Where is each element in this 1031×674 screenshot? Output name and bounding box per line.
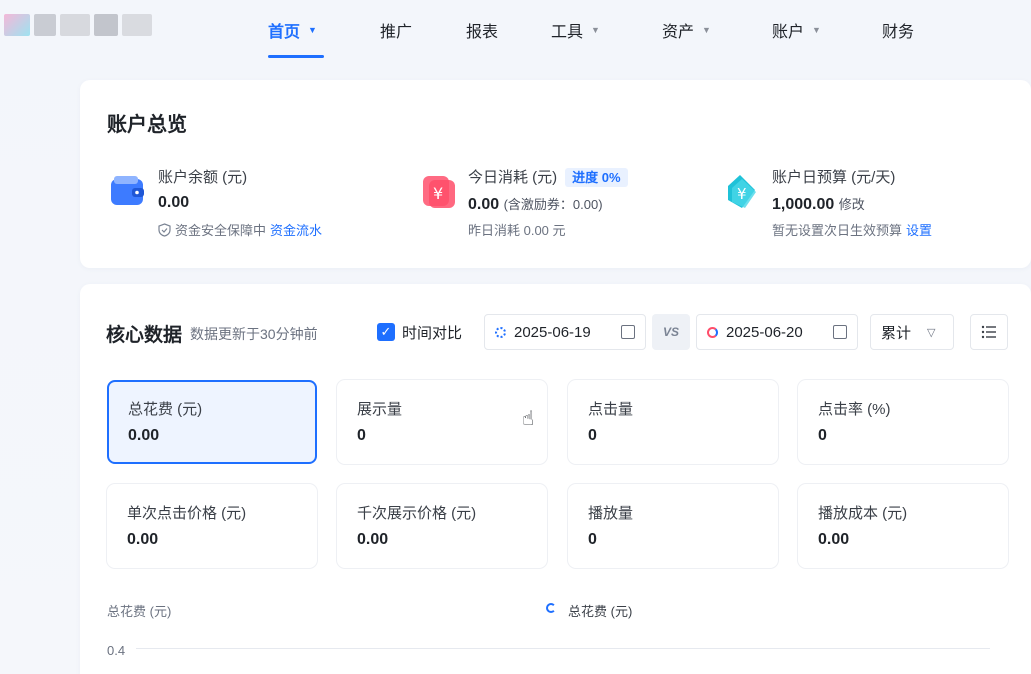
edit-budget-link[interactable]: 修改 xyxy=(839,197,865,212)
chart-legend-item[interactable]: 总花费 (元) xyxy=(568,601,632,620)
metric-cpm[interactable]: 千次展示价格 (元) 0.00 xyxy=(337,484,547,568)
legend-marker-icon xyxy=(546,603,556,613)
svg-text:¥: ¥ xyxy=(433,184,443,203)
nav-item-home[interactable]: 首页 ▼ xyxy=(268,18,317,42)
progress-badge: 进度 0% xyxy=(565,168,628,187)
list-settings-button[interactable] xyxy=(970,314,1008,350)
list-icon xyxy=(981,325,996,339)
daily-budget-stat: ¥ 账户日预算 (元/天) 1,000.00 修改 暂无设置次日生效预算 设置 xyxy=(722,166,1012,246)
time-compare-label[interactable]: 时间对比 xyxy=(402,322,462,343)
metric-impressions[interactable]: 展示量 0 xyxy=(337,380,547,464)
date-b-value: 2025-06-20 xyxy=(726,323,803,341)
calendar-icon xyxy=(833,325,847,339)
caret-down-icon: ▼ xyxy=(812,25,821,35)
yuan-tag-icon: ¥ xyxy=(423,176,455,208)
metric-value: 0.00 xyxy=(357,531,389,548)
nav-item-tools[interactable]: 工具 ▼ xyxy=(551,18,600,42)
metric-label: 总花费 (元) xyxy=(128,401,203,418)
core-data-card: 核心数据 数据更新于30分钟前 ✓ 时间对比 2025-06-19 VS 202… xyxy=(80,284,1031,674)
chart-y-axis-label: 总花费 (元) xyxy=(107,604,172,619)
metric-value: 0 xyxy=(818,427,827,444)
account-overview-card: 账户总览 账户余额 (元) 0.00 资金安全保障中 资金流水 ¥ 今日消耗 (… xyxy=(80,80,1031,268)
date-picker-a[interactable]: 2025-06-19 xyxy=(484,314,646,350)
metric-label: 播放成本 (元) xyxy=(818,505,908,522)
chevron-down-icon: ▽ xyxy=(927,326,936,339)
metric-label: 点击率 (%) xyxy=(818,401,891,418)
nav-item-assets[interactable]: 资产 ▼ xyxy=(662,18,711,42)
metric-label: 千次展示价格 (元) xyxy=(357,505,477,522)
daily-budget-label: 账户日预算 (元/天) xyxy=(772,169,896,186)
balance-value: 0.00 xyxy=(158,194,190,211)
metric-cpc[interactable]: 单次点击价格 (元) 0.00 xyxy=(107,484,317,568)
metric-label: 单次点击价格 (元) xyxy=(127,505,247,522)
today-spend-label: 今日消耗 (元) xyxy=(468,169,558,186)
today-spend-stat: ¥ 今日消耗 (元) 进度 0% 0.00 (含激励券：0.00) 昨日消耗 0.… xyxy=(418,166,698,246)
balance-safety-text: 资金安全保障中 xyxy=(175,223,267,238)
vs-label: VS xyxy=(652,314,690,350)
compare-dot-icon xyxy=(707,326,718,338)
nav-item-account[interactable]: 账户 ▼ xyxy=(772,18,821,42)
caret-down-icon: ▼ xyxy=(702,25,711,35)
set-budget-link[interactable]: 设置 xyxy=(906,220,932,239)
metric-value: 0.00 xyxy=(127,531,159,548)
pointer-cursor-icon: ☝ xyxy=(522,408,535,430)
fund-flow-link[interactable]: 资金流水 xyxy=(270,220,322,239)
y-axis-tick: 0.4 xyxy=(107,643,126,658)
metric-ctr[interactable]: 点击率 (%) 0 xyxy=(798,380,1008,464)
daily-budget-value: 1,000.00 xyxy=(772,196,835,213)
mode-value: 累计 xyxy=(881,324,912,342)
next-day-budget-text: 暂无设置次日生效预算 xyxy=(772,223,903,238)
caret-down-icon: ▼ xyxy=(591,25,600,35)
coupon-note: (含激励券：0.00) xyxy=(503,197,603,212)
active-tab-indicator xyxy=(268,55,324,58)
core-data-title: 核心数据 xyxy=(106,325,183,346)
chart-gridline xyxy=(136,648,990,649)
mode-select[interactable]: 累计 ▽ xyxy=(870,314,954,350)
nav-item-promotion[interactable]: 推广 xyxy=(380,18,412,42)
caret-down-icon: ▼ xyxy=(308,25,317,35)
metric-value: 0 xyxy=(588,531,597,548)
overview-title: 账户总览 xyxy=(107,114,187,136)
metric-label: 点击量 xyxy=(588,401,634,418)
metric-value: 0.00 xyxy=(128,427,160,444)
brand-logo[interactable] xyxy=(4,14,154,40)
metric-plays[interactable]: 播放量 0 xyxy=(568,484,778,568)
metric-value: 0.00 xyxy=(818,531,850,548)
yesterday-spend-text: 昨日消耗 0.00 元 xyxy=(468,223,566,238)
balance-label: 账户余额 (元) xyxy=(158,169,248,186)
shield-check-icon xyxy=(158,222,171,237)
wallet-icon xyxy=(111,176,144,205)
today-spend-value: 0.00 xyxy=(468,196,500,213)
metric-label: 播放量 xyxy=(588,505,634,522)
time-compare-checkbox[interactable]: ✓ xyxy=(377,323,395,341)
top-navigation: 首页 ▼ 推广 报表 工具 ▼ 资产 ▼ 账户 ▼ 财务 xyxy=(0,0,1031,62)
balance-stat: 账户余额 (元) 0.00 资金安全保障中 资金流水 xyxy=(108,166,398,246)
yuan-price-tag-icon: ¥ xyxy=(728,175,756,208)
date-picker-b[interactable]: 2025-06-20 xyxy=(696,314,858,350)
metric-total-cost[interactable]: 总花费 (元) 0.00 xyxy=(107,380,317,464)
metric-value: 0 xyxy=(357,427,366,444)
metric-value: 0 xyxy=(588,427,597,444)
svg-text:¥: ¥ xyxy=(737,185,747,203)
date-a-value: 2025-06-19 xyxy=(514,323,591,341)
nav-item-finance[interactable]: 财务 xyxy=(882,18,914,42)
calendar-icon xyxy=(621,325,635,339)
metric-play-cost[interactable]: 播放成本 (元) 0.00 xyxy=(798,484,1008,568)
update-hint: 数据更新于30分钟前 xyxy=(190,325,318,342)
metric-clicks[interactable]: 点击量 0 xyxy=(568,380,778,464)
loading-dot-icon xyxy=(495,326,506,338)
nav-item-reports[interactable]: 报表 xyxy=(466,18,498,42)
metric-label: 展示量 xyxy=(357,401,403,418)
